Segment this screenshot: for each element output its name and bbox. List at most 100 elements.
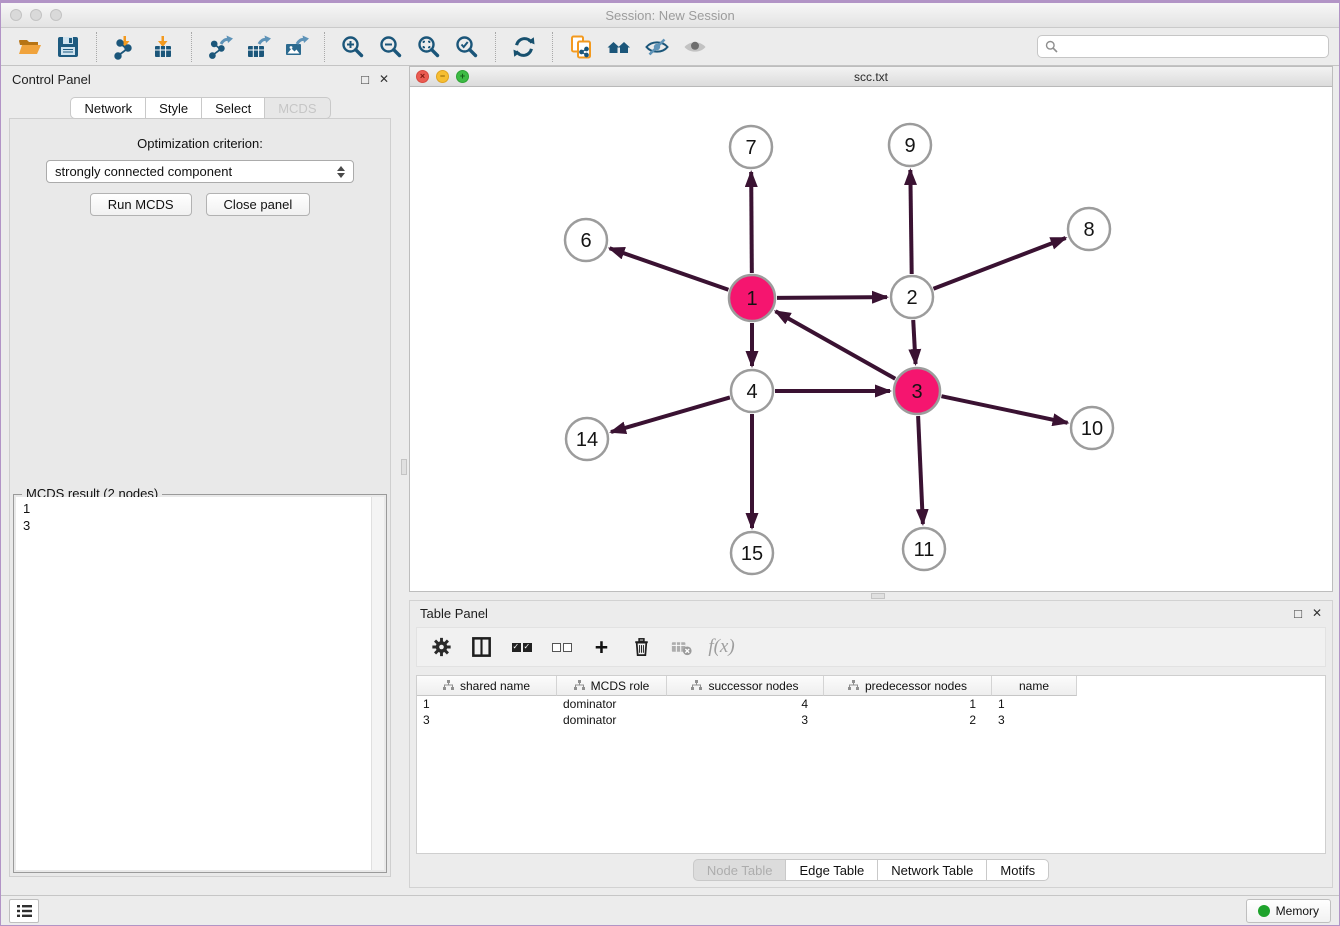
zoom-out-icon[interactable] bbox=[372, 31, 410, 63]
zoom-in-icon[interactable] bbox=[334, 31, 372, 63]
trash-icon[interactable] bbox=[629, 634, 654, 660]
graph-edge-2-9[interactable] bbox=[910, 170, 911, 274]
houses-icon[interactable] bbox=[600, 31, 638, 63]
graph-node-8[interactable]: 8 bbox=[1068, 208, 1110, 250]
tab-network-table[interactable]: Network Table bbox=[877, 859, 986, 881]
table-cell: 1 bbox=[824, 696, 992, 712]
list-icon bbox=[16, 904, 33, 918]
graph-edge-4-14[interactable] bbox=[611, 397, 730, 432]
table-row[interactable]: 3dominator323 bbox=[417, 712, 1325, 728]
graph-node-14[interactable]: 14 bbox=[566, 418, 608, 460]
select-all-icon[interactable] bbox=[509, 634, 534, 660]
import-network-icon[interactable] bbox=[106, 31, 144, 63]
run-mcds-button[interactable]: Run MCDS bbox=[90, 193, 192, 216]
close-panel-icon[interactable]: ✕ bbox=[379, 73, 389, 85]
eye-hide-icon[interactable] bbox=[638, 31, 676, 63]
result-scrollbar[interactable] bbox=[371, 497, 384, 870]
graph-node-3[interactable]: 3 bbox=[894, 368, 940, 414]
tab-node-table[interactable]: Node Table bbox=[693, 859, 786, 881]
export-table-icon[interactable] bbox=[239, 31, 277, 63]
copy-network-icon[interactable] bbox=[562, 31, 600, 63]
vertical-splitter[interactable] bbox=[400, 66, 408, 895]
graph-node-1[interactable]: 1 bbox=[729, 275, 775, 321]
table-panel-tabs: Node TableEdge TableNetwork TableMotifs bbox=[410, 854, 1332, 887]
save-icon[interactable] bbox=[49, 31, 87, 63]
graph-node-11[interactable]: 11 bbox=[903, 528, 945, 570]
graph-node-6[interactable]: 6 bbox=[565, 219, 607, 261]
eye-show-icon[interactable] bbox=[676, 31, 714, 63]
column-header-MCDS-role[interactable]: MCDS role bbox=[557, 676, 667, 696]
tab-mcds[interactable]: MCDS bbox=[264, 97, 330, 119]
tab-style[interactable]: Style bbox=[145, 97, 201, 119]
graph-node-4[interactable]: 4 bbox=[731, 370, 773, 412]
optimization-criterion-label: Optimization criterion: bbox=[10, 136, 390, 151]
column-header-predecessor-nodes[interactable]: predecessor nodes bbox=[824, 676, 992, 696]
graph-node-7[interactable]: 7 bbox=[730, 126, 772, 168]
zoom-selected-icon[interactable] bbox=[448, 31, 486, 63]
graph-node-2[interactable]: 2 bbox=[891, 276, 933, 318]
task-history-button[interactable] bbox=[9, 899, 39, 923]
network-graph: 1 2 3 4 6 7 8 9 10 11 14 15 bbox=[410, 88, 1332, 591]
zoom-fit-icon[interactable] bbox=[410, 31, 448, 63]
close-panel-button[interactable]: Close panel bbox=[206, 193, 311, 216]
tab-edge-table[interactable]: Edge Table bbox=[785, 859, 877, 881]
attribute-icon bbox=[848, 680, 859, 691]
attribute-icon bbox=[443, 680, 454, 691]
mcds-result-box[interactable]: 1 3 bbox=[16, 497, 384, 870]
svg-text:1: 1 bbox=[746, 288, 757, 310]
folder-open-icon[interactable] bbox=[11, 31, 49, 63]
graph-edge-3-1[interactable] bbox=[776, 311, 896, 378]
close-table-panel-icon[interactable]: ✕ bbox=[1312, 607, 1322, 619]
column-header-successor-nodes[interactable]: successor nodes bbox=[667, 676, 824, 696]
float-table-panel-icon[interactable]: □ bbox=[1294, 607, 1302, 620]
toolbar-separator bbox=[96, 32, 97, 62]
graph-node-15[interactable]: 15 bbox=[731, 532, 773, 574]
close-window-icon[interactable] bbox=[10, 9, 22, 21]
deselect-all-icon[interactable] bbox=[549, 634, 574, 660]
graph-edge-1-6[interactable] bbox=[610, 248, 729, 290]
column-header-shared-name[interactable]: shared name bbox=[417, 676, 557, 696]
svg-text:4: 4 bbox=[746, 381, 757, 403]
columns-icon[interactable] bbox=[469, 634, 494, 660]
graph-edge-1-2[interactable] bbox=[777, 297, 887, 298]
float-panel-icon[interactable]: □ bbox=[361, 73, 369, 86]
graph-node-10[interactable]: 10 bbox=[1071, 407, 1113, 449]
svg-text:6: 6 bbox=[580, 230, 591, 252]
graph-edge-2-8[interactable] bbox=[933, 238, 1065, 289]
tab-select[interactable]: Select bbox=[201, 97, 264, 119]
network-window-titlebar: × − + scc.txt bbox=[410, 67, 1332, 87]
add-row-icon[interactable]: + bbox=[589, 634, 614, 660]
table-panel-title: Table Panel bbox=[420, 606, 488, 621]
criterion-dropdown[interactable]: strongly connected component bbox=[46, 160, 354, 183]
close-view-icon[interactable]: × bbox=[416, 70, 429, 83]
fx-icon: f(x) bbox=[709, 634, 734, 660]
table-row[interactable]: 1dominator411 bbox=[417, 696, 1325, 712]
window-title: Session: New Session bbox=[605, 8, 734, 23]
toolbar-separator bbox=[552, 32, 553, 62]
gear-icon[interactable] bbox=[429, 634, 454, 660]
application-window: Session: New Session Control Panel □ ✕ bbox=[0, 0, 1340, 926]
minimize-view-icon[interactable]: − bbox=[436, 70, 449, 83]
memory-button[interactable]: Memory bbox=[1246, 899, 1331, 923]
network-canvas[interactable]: 1 2 3 4 6 7 8 9 10 11 14 15 bbox=[410, 88, 1332, 591]
horizontal-splitter[interactable] bbox=[408, 592, 1334, 600]
graph-edge-1-7[interactable] bbox=[751, 172, 752, 273]
refresh-icon[interactable] bbox=[505, 31, 543, 63]
toolbar-separator bbox=[191, 32, 192, 62]
tab-network[interactable]: Network bbox=[70, 97, 145, 119]
minimize-window-icon[interactable] bbox=[30, 9, 42, 21]
search-input[interactable] bbox=[1063, 39, 1321, 55]
tab-motifs[interactable]: Motifs bbox=[986, 859, 1049, 881]
maximize-view-icon[interactable]: + bbox=[456, 70, 469, 83]
graph-edge-2-3[interactable] bbox=[913, 320, 915, 364]
table-cell: 1 bbox=[417, 696, 557, 712]
import-table-icon[interactable] bbox=[144, 31, 182, 63]
graph-edge-3-11[interactable] bbox=[918, 416, 923, 524]
graph-edge-3-10[interactable] bbox=[941, 396, 1067, 423]
graph-node-9[interactable]: 9 bbox=[889, 124, 931, 166]
column-header-name[interactable]: name bbox=[992, 676, 1077, 696]
export-network-icon[interactable] bbox=[201, 31, 239, 63]
search-box[interactable] bbox=[1037, 35, 1329, 58]
export-image-icon[interactable] bbox=[277, 31, 315, 63]
maximize-window-icon[interactable] bbox=[50, 9, 62, 21]
